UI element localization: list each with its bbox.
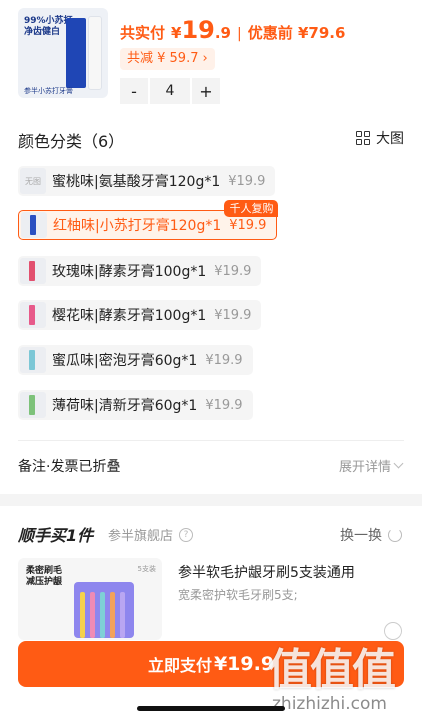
toothbrush-image[interactable]: 柔密刷毛 减压护龈 5支装: [18, 558, 162, 640]
option-price: ¥19.9: [205, 352, 243, 368]
swatch-bar: [30, 215, 36, 235]
option-price: ¥19.9: [205, 397, 243, 413]
option-label: 红柚味|小苏打牙膏120g*1: [53, 218, 222, 234]
sakura-swatch: [20, 302, 46, 328]
color-option-melon[interactable]: 蜜瓜味|密泡牙膏60g*1 ¥19.9: [18, 345, 253, 375]
pay-amount: ¥19.9: [213, 653, 275, 675]
option-price: ¥19.9: [228, 173, 266, 189]
option-label: 蜜瓜味|密泡牙膏60g*1: [52, 353, 198, 369]
mint-swatch: [20, 392, 46, 418]
expand-label: 展开详情: [338, 460, 391, 475]
color-section-title: 颜色分类（6）: [18, 132, 125, 151]
quantity-stepper: - 4 +: [120, 78, 220, 104]
rose-swatch: [20, 258, 46, 284]
toothpaste-tube-graphic: [88, 16, 102, 90]
decrement-button[interactable]: -: [120, 78, 148, 104]
brush-count-label: 5支装: [137, 565, 156, 573]
option-label: 玫瑰味|酵素牙膏100g*1: [52, 264, 207, 280]
price-label: 共实付: [120, 24, 166, 42]
product-thumbnail[interactable]: 99%小苏打 净齿健白 参半小苏打牙膏: [18, 8, 108, 98]
brush-line-2: 减压护龈: [26, 577, 63, 587]
brush-stick: [90, 592, 95, 638]
option-price: ¥19.9: [214, 263, 252, 279]
brush-stick: [110, 592, 115, 638]
swatch-bar: [29, 395, 35, 415]
grid-view-icon: [356, 131, 370, 145]
thumb-caption: 参半小苏打牙膏: [24, 87, 73, 95]
expand-details-button[interactable]: 展开详情: [338, 456, 404, 475]
large-view-label: 大图: [376, 131, 404, 147]
pay-label: 立即支付: [147, 656, 212, 675]
upsell-product-desc: 宽柔密护软毛牙刷5支;: [178, 588, 298, 602]
rebuy-badge: 千人复购: [224, 200, 279, 217]
option-price: ¥19.9: [214, 307, 252, 323]
color-option-peach[interactable]: 无图 蜜桃味|氨基酸牙膏120g*1 ¥19.9: [18, 166, 276, 196]
store-name: 参半旗舰店: [108, 529, 174, 544]
home-indicator: [137, 706, 285, 711]
swap-button[interactable]: 换一换: [340, 525, 402, 545]
watermark: 值值值 zhizhizhi.com: [268, 634, 418, 718]
help-icon[interactable]: ?: [179, 527, 194, 542]
swatch-bar: [29, 305, 35, 325]
price-currency: ¥: [171, 24, 182, 42]
brush-stick: [120, 592, 125, 638]
color-option-grapefruit[interactable]: 红柚味|小苏打牙膏120g*1 ¥19.9 千人复购: [18, 200, 279, 240]
option-label: 蜜桃味|氨基酸牙膏120g*1: [52, 174, 221, 190]
increment-button[interactable]: +: [192, 78, 220, 104]
quantity-value[interactable]: 4: [150, 78, 190, 104]
brush-stick: [100, 592, 105, 638]
discount-amount: 共减 ¥ 59.7: [127, 51, 199, 66]
option-label: 樱花味|酵素牙膏100g*1: [52, 308, 207, 324]
section-divider: [18, 440, 404, 441]
price-decimal: .9: [214, 24, 231, 42]
color-option-mint[interactable]: 薄荷味|清新牙膏60g*1 ¥19.9: [18, 390, 253, 420]
large-view-toggle[interactable]: 大图: [356, 128, 404, 148]
grapefruit-swatch: [21, 212, 47, 238]
section-gap: [0, 494, 422, 506]
swap-label: 换一换: [340, 528, 382, 544]
discount-detail-button[interactable]: 共减 ¥ 59.7 ›: [120, 48, 215, 70]
price-integer: 19: [181, 16, 215, 44]
price-separator: |: [237, 26, 242, 42]
pre-discount-price: 优惠前 ¥79.6: [247, 24, 346, 42]
color-option-sakura[interactable]: 樱花味|酵素牙膏100g*1 ¥19.9: [18, 300, 262, 330]
brush-stick: [80, 592, 85, 638]
watermark-logo: 值值值: [268, 645, 396, 696]
brush-line-1: 柔密刷毛: [26, 566, 63, 576]
melon-swatch: [20, 347, 46, 373]
option-price: ¥19.9: [229, 217, 267, 233]
watermark-url: zhizhizhi.com: [272, 694, 387, 714]
total-price-line: 共实付 ¥ 19 .9 | 优惠前 ¥79.6: [120, 16, 345, 44]
no-image-placeholder: 无图: [20, 168, 46, 194]
upsell-product-name[interactable]: 参半软毛护龈牙刷5支装通用: [178, 562, 355, 582]
remark-invoice-label: 备注·发票已折叠: [18, 459, 121, 475]
chevron-down-icon: [393, 458, 404, 469]
chevron-right-icon: ›: [202, 51, 208, 66]
no-image-text: 无图: [25, 176, 41, 186]
swatch-bar: [29, 350, 35, 370]
toothpaste-box-graphic: [66, 18, 86, 88]
upsell-title: 顺手买1件: [18, 526, 94, 545]
brush-image-text: 柔密刷毛 减压护龈: [26, 566, 62, 588]
upsell-store: 参半旗舰店 ?: [108, 525, 194, 544]
color-option-rose[interactable]: 玫瑰味|酵素牙膏100g*1 ¥19.9: [18, 256, 262, 286]
swatch-bar: [29, 261, 35, 281]
option-label: 薄荷味|清新牙膏60g*1: [52, 398, 198, 414]
refresh-icon: [388, 528, 402, 542]
